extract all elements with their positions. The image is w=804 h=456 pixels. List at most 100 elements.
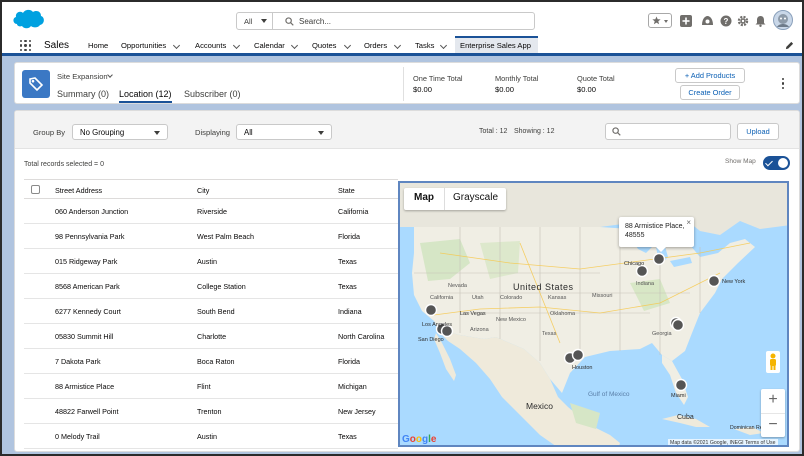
create-order-button[interactable]: Create Order	[680, 85, 740, 100]
one-time-total-value: $0.00	[413, 85, 433, 94]
global-search: All	[236, 12, 535, 30]
map-label-new-york: New York	[722, 279, 746, 285]
map-label-las-vegas: Las Vegas	[460, 311, 486, 317]
map-type-tabs: Map Grayscale	[404, 188, 506, 210]
search-icon	[285, 17, 294, 26]
chevron-down-icon[interactable]	[343, 41, 352, 50]
zoom-in-button[interactable]: +	[761, 389, 785, 413]
close-icon[interactable]: ×	[686, 218, 691, 227]
cell-street-address: 0 Melody Trail	[55, 432, 100, 441]
nav-item-opportunities[interactable]: Opportunities	[121, 41, 166, 50]
search-scope-select[interactable]: All	[237, 13, 273, 29]
select-all-checkbox[interactable]	[31, 185, 40, 194]
search-scope-value: All	[244, 17, 253, 26]
table-row[interactable]: 6277 Kennedy Court South Bend Indiana	[24, 299, 398, 324]
table-row[interactable]: 060 Anderson Junction Riverside California	[24, 199, 398, 224]
divider	[444, 188, 445, 210]
record-title[interactable]: Site Expansion	[57, 72, 108, 81]
table-row[interactable]: 48822 Farwell Point Trenton New Jersey	[24, 399, 398, 424]
one-time-total-label: One Time Total	[413, 74, 463, 83]
map-label-oklahoma: Oklahoma	[550, 311, 576, 317]
record-type-icon	[22, 70, 50, 98]
column-header-street[interactable]: Street Address	[55, 186, 102, 195]
tab-summary[interactable]: Summary (0)	[57, 89, 109, 99]
map-type-map[interactable]: Map	[414, 192, 434, 203]
table-row[interactable]: 8568 American Park College Station Texas	[24, 274, 398, 299]
bell-icon[interactable]	[755, 14, 766, 28]
table-row[interactable]: 98 Pennsylvania Park West Palm Beach Flori…	[24, 224, 398, 249]
nav-item-calendar[interactable]: Calendar	[254, 41, 285, 50]
cell-street-address: 98 Pennsylvania Park	[55, 232, 125, 241]
zoom-out-button[interactable]: −	[761, 413, 785, 437]
cell-city: Trenton	[197, 407, 222, 416]
location-search-input[interactable]	[605, 123, 731, 140]
edit-nav-pencil-icon[interactable]	[785, 41, 794, 50]
column-header-city[interactable]: City	[197, 186, 209, 195]
group-by-select[interactable]: No Grouping	[72, 124, 168, 140]
search-input[interactable]	[299, 14, 529, 28]
showing-count: Showing : 12	[514, 128, 555, 135]
map-type-grayscale[interactable]: Grayscale	[453, 192, 498, 203]
nav-tab-enterprise-sales-app[interactable]: Enterprise Sales App	[455, 36, 538, 53]
cell-city: West Palm Beach	[197, 232, 254, 241]
chevron-down-icon[interactable]	[172, 41, 181, 50]
map-label-indiana: Indiana	[636, 281, 655, 287]
caret-down-icon	[664, 20, 668, 23]
column-header-state[interactable]: State	[338, 186, 355, 195]
displaying-value: All	[244, 128, 253, 137]
favorites-button[interactable]	[648, 13, 672, 28]
table-row[interactable]: 0 Melody Trail Austin Texas	[24, 424, 398, 449]
caret-down-icon	[261, 19, 267, 23]
salesforce-logo[interactable]	[12, 7, 46, 31]
map-label-san-diego: San Diego	[418, 337, 444, 343]
selected-records-text: Total records selected = 0	[24, 161, 104, 168]
record-header: Site Expansion Summary (0) Location (12)…	[14, 62, 800, 104]
total-count: Total : 12	[479, 128, 508, 135]
chevron-down-icon[interactable]	[290, 41, 299, 50]
cell-state: California	[338, 207, 369, 216]
trailhead-icon[interactable]	[701, 14, 714, 28]
nav-item-home[interactable]: Home	[88, 41, 108, 50]
table-row[interactable]: 05830 Summit Hill Charlotte North Carolina	[24, 324, 398, 349]
map-canvas[interactable]	[400, 183, 789, 447]
nav-item-quotes[interactable]: Quotes	[312, 41, 336, 50]
cell-street-address: 7 Dakota Park	[55, 357, 101, 366]
map-label-nevada: Nevada	[448, 283, 467, 289]
chevron-down-icon[interactable]	[439, 41, 448, 50]
zoom-controls: + −	[761, 389, 785, 437]
table-row[interactable]: 88 Armistice Place Flint Michigan	[24, 374, 398, 399]
nav-item-orders[interactable]: Orders	[364, 41, 387, 50]
chevron-down-icon[interactable]	[393, 41, 402, 50]
cell-street-address: 060 Anderson Junction	[55, 207, 129, 216]
chevron-down-icon[interactable]	[232, 41, 241, 50]
help-icon[interactable]: ?	[720, 14, 732, 28]
add-icon[interactable]	[680, 14, 692, 28]
nav-item-accounts[interactable]: Accounts	[195, 41, 226, 50]
nav-item-tasks[interactable]: Tasks	[415, 41, 434, 50]
map-attribution[interactable]: Map data ©2021 Google, INEGI Terms of Us…	[668, 439, 778, 445]
location-map[interactable]: United States Mexico Cuba Los Angeles La…	[398, 181, 789, 447]
avatar[interactable]	[773, 10, 793, 30]
show-map-toggle[interactable]	[763, 156, 790, 170]
upload-button[interactable]: Upload	[737, 123, 779, 140]
quote-total-value: $0.00	[577, 85, 597, 94]
chevron-down-icon[interactable]	[107, 72, 113, 78]
monthly-total-label: Monthly Total	[495, 74, 539, 83]
gear-icon[interactable]	[737, 14, 749, 28]
map-label-utah: Utah	[472, 295, 484, 301]
table-row[interactable]: 7 Dakota Park Boca Raton Florida	[24, 349, 398, 374]
monthly-total-value: $0.00	[495, 85, 515, 94]
cell-state: Texas	[338, 432, 357, 441]
displaying-select[interactable]: All	[236, 124, 332, 140]
add-products-button[interactable]: + Add Products	[675, 68, 745, 83]
divider	[403, 67, 404, 101]
cell-city: Austin	[197, 257, 217, 266]
table-row[interactable]: 015 Ridgeway Park Austin Texas	[24, 249, 398, 274]
cell-city: Boca Raton	[197, 357, 235, 366]
tab-subscriber[interactable]: Subscriber (0)	[184, 89, 241, 99]
more-actions-icon[interactable]	[782, 78, 785, 89]
tab-location[interactable]: Location (12)	[119, 89, 172, 103]
app-launcher-icon[interactable]	[20, 40, 31, 51]
cell-state: Florida	[338, 357, 360, 366]
street-view-pegman-icon[interactable]	[766, 351, 780, 373]
